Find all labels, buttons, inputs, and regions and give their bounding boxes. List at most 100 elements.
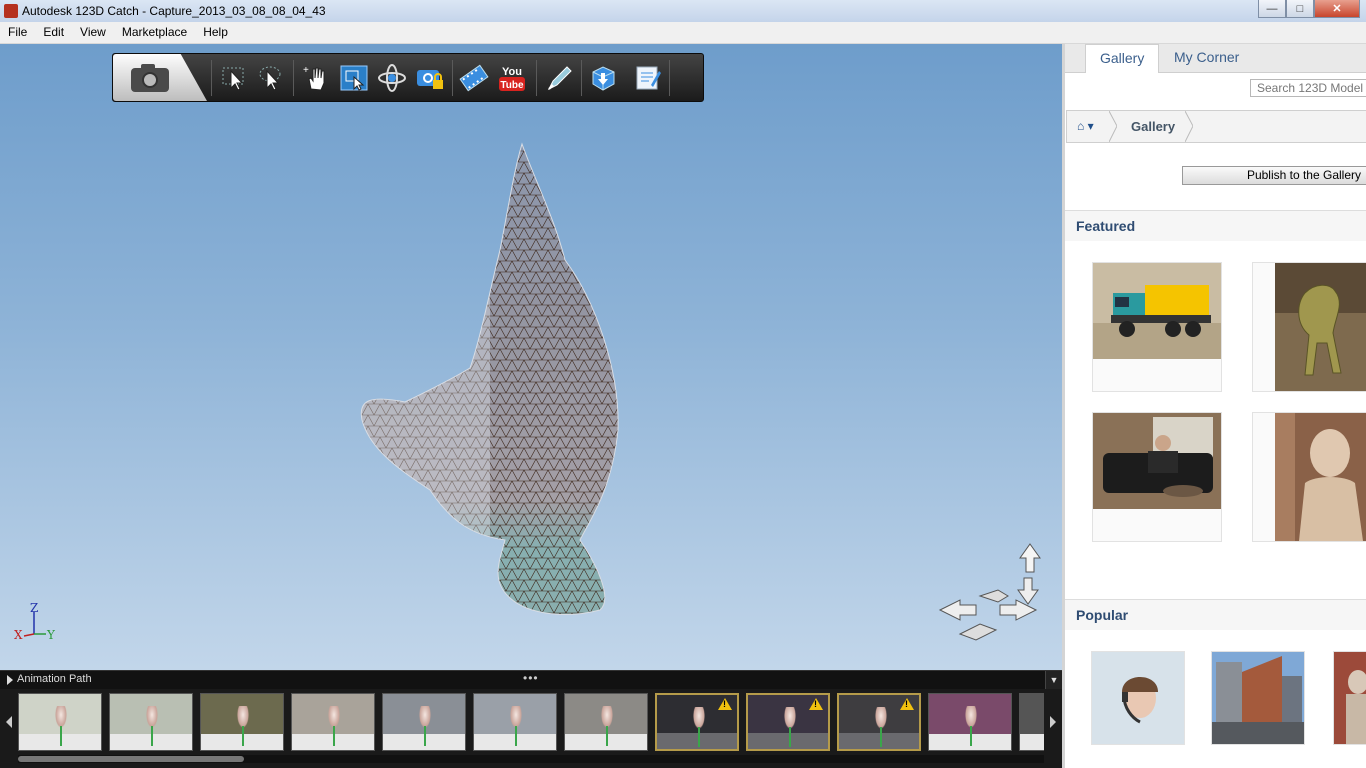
scroll-right-button[interactable] — [1046, 689, 1060, 755]
filmstrip-frame[interactable] — [473, 693, 557, 751]
scrollbar-thumb[interactable] — [18, 756, 244, 762]
flower-subject — [875, 707, 887, 729]
arrow-right-icon — [1050, 716, 1056, 728]
lasso-select-icon[interactable] — [256, 63, 286, 93]
filmstrip-frame[interactable] — [564, 693, 648, 751]
animation-path-header: Animation Path ••• ▼ — [0, 670, 1062, 689]
zoom-window-icon[interactable] — [339, 63, 369, 93]
menu-help[interactable]: Help — [195, 22, 236, 43]
flower-subject — [693, 707, 705, 729]
headset-thumbnail — [1092, 652, 1184, 744]
film-icon[interactable] — [459, 63, 489, 93]
pan-icon[interactable]: + — [301, 63, 331, 93]
warning-icon — [809, 698, 823, 710]
window-controls: — □ ✕ — [1258, 0, 1360, 18]
youtube-tube-text: Tube — [500, 80, 524, 91]
flower-stem — [424, 726, 426, 746]
navigation-arrows[interactable] — [936, 542, 1046, 642]
expand-triangle-icon[interactable] — [7, 675, 13, 685]
filmstrip-frame[interactable] — [928, 693, 1012, 751]
youtube-icon[interactable]: You Tube — [497, 63, 527, 93]
arrow-forward-icon — [978, 589, 1009, 603]
flower-subject — [328, 706, 340, 728]
arrow-left-icon — [938, 599, 977, 621]
menu-view[interactable]: View — [72, 22, 114, 43]
featured-title: Featured — [1076, 218, 1136, 234]
warning-icon — [718, 698, 732, 710]
flower-subject — [237, 706, 249, 728]
export-mesh-icon[interactable] — [588, 63, 618, 93]
bust-thumbnail — [1275, 413, 1366, 541]
axis-z-label: Z — [30, 601, 38, 615]
filmstrip-scrollbar[interactable] — [18, 755, 1044, 763]
menu-bar: File Edit View Marketplace Help — [0, 22, 1366, 44]
notes-icon[interactable] — [633, 63, 663, 93]
flower-stem — [60, 726, 62, 746]
youtube-you-text: You — [502, 66, 522, 78]
filmstrip-frame[interactable] — [291, 693, 375, 751]
animation-path-label[interactable]: Animation Path — [17, 673, 92, 685]
featured-card-bust[interactable] — [1252, 412, 1366, 542]
featured-card-truck[interactable] — [1092, 262, 1222, 392]
tab-gallery[interactable]: Gallery — [1085, 44, 1160, 73]
window-title: Autodesk 123D Catch - Capture_2013_03_08… — [22, 4, 326, 18]
filmstrip-frame[interactable] — [200, 693, 284, 751]
filmstrip-frame[interactable] — [746, 693, 830, 751]
featured-card-dinosaur[interactable] — [1252, 262, 1366, 392]
menu-file[interactable]: File — [0, 22, 35, 43]
popular-card-statue[interactable] — [1333, 651, 1366, 745]
search-input[interactable]: Search 123D Model — [1250, 79, 1366, 97]
orbit-icon[interactable] — [377, 63, 407, 93]
menu-edit[interactable]: Edit — [35, 22, 72, 43]
minimize-button[interactable]: — — [1258, 0, 1286, 18]
frame-paper — [839, 733, 919, 749]
flower-subject — [146, 706, 158, 728]
popular-header: Popular — [1065, 599, 1366, 630]
filmstrip-frame[interactable] — [382, 693, 466, 751]
flower-stem — [789, 727, 791, 747]
home-icon[interactable]: ⌂ ▾ — [1077, 119, 1094, 133]
resize-grip[interactable]: ••• — [523, 671, 539, 685]
menu-marketplace[interactable]: Marketplace — [114, 22, 195, 43]
pen-tool-icon[interactable] — [545, 63, 575, 93]
frame-paper — [1020, 734, 1044, 750]
flower-subject — [601, 706, 613, 728]
flower-stem — [242, 726, 244, 746]
panel-tabs: Gallery My Corner — [1065, 44, 1366, 73]
featured-header: Featured — [1065, 210, 1366, 241]
popular-card-headset[interactable] — [1091, 651, 1185, 745]
camera-icon[interactable] — [113, 54, 207, 101]
3d-viewport[interactable]: + You Tube Z X Y — [0, 44, 1062, 670]
title-bar: Autodesk 123D Catch - Capture_2013_03_08… — [0, 0, 1366, 23]
filmstrip-frame[interactable] — [109, 693, 193, 751]
breadcrumb-gallery[interactable]: Gallery — [1131, 119, 1175, 134]
gallery-panel: Gallery My Corner Search 123D Model ⌂ ▾ … — [1062, 44, 1366, 768]
axis-x-label: X — [14, 628, 23, 642]
breadcrumb: ⌂ ▾ Gallery — [1066, 110, 1366, 143]
filmstrip-frame[interactable] — [655, 693, 739, 751]
warning-icon — [900, 698, 914, 710]
popular-card-building[interactable] — [1211, 651, 1305, 745]
select-icon[interactable] — [220, 63, 250, 93]
3d-mesh-model[interactable] — [350, 140, 640, 620]
filmstrip-frame[interactable] — [18, 693, 102, 751]
filmstrip-frame[interactable] — [1019, 693, 1044, 751]
chevron-down-icon[interactable]: ▼ — [1045, 671, 1062, 689]
filmstrip-frames — [18, 693, 1044, 753]
scroll-left-button[interactable] — [2, 689, 16, 755]
flower-subject — [510, 706, 522, 728]
camera-lock-icon[interactable] — [415, 63, 445, 93]
close-button[interactable]: ✕ — [1314, 0, 1360, 18]
featured-card-sofa[interactable] — [1092, 412, 1222, 542]
flower-stem — [880, 727, 882, 747]
tab-my-corner[interactable]: My Corner — [1160, 44, 1253, 72]
statue-thumbnail — [1334, 652, 1366, 744]
sofa-thumbnail — [1093, 413, 1221, 509]
filmstrip-frame[interactable] — [837, 693, 921, 751]
arrow-up-icon — [1019, 543, 1041, 573]
publish-button[interactable]: Publish to the Gallery — [1182, 166, 1366, 185]
flower-subject — [784, 707, 796, 729]
flower-stem — [151, 726, 153, 746]
maximize-button[interactable]: □ — [1286, 0, 1314, 18]
arrow-back-icon — [958, 623, 998, 641]
